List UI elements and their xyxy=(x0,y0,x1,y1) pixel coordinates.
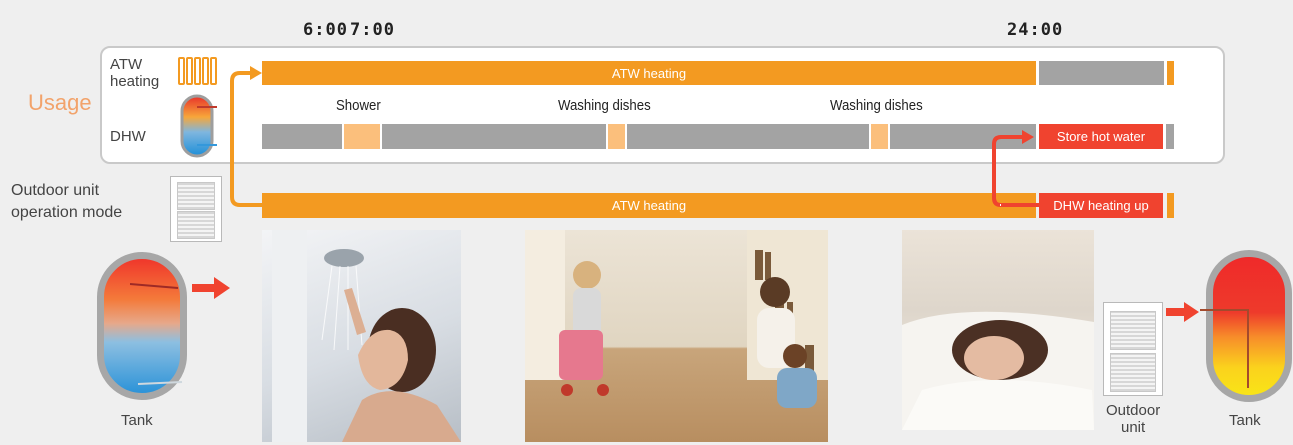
shower-photo xyxy=(262,230,461,442)
outdoor-unit-label: Outdoor unit xyxy=(1106,402,1161,436)
right-tank-pipe xyxy=(1200,309,1249,388)
outflow-arrow-icon xyxy=(192,277,232,299)
heat-transfer-arrow-icon xyxy=(1166,302,1200,322)
sleeping-photo xyxy=(902,230,1094,430)
diagram-canvas: 6:00 7:00 24:00 Usage ATW heating DHW AT… xyxy=(0,0,1293,445)
outdoor-unit-icon xyxy=(1103,302,1163,396)
right-tank-label: Tank xyxy=(1229,412,1261,429)
left-tank-label: Tank xyxy=(121,412,153,429)
family-photo xyxy=(525,230,828,442)
tank-pipes xyxy=(130,283,183,385)
